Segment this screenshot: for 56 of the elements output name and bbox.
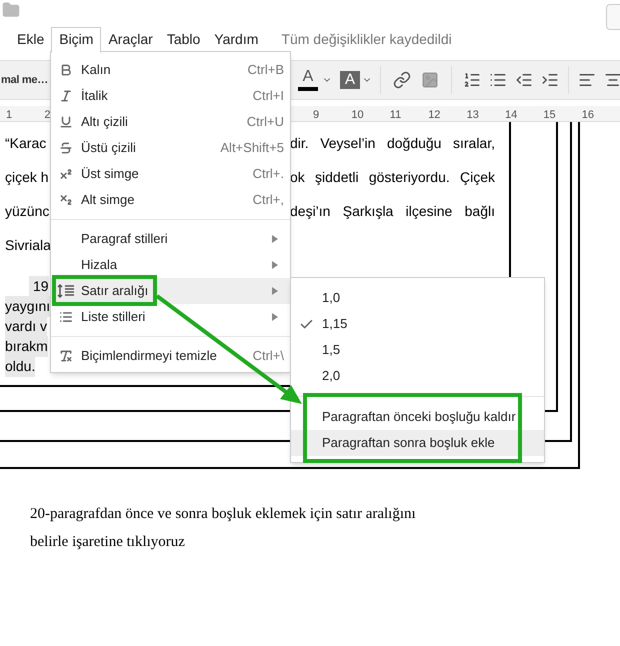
document-text: yaygını [5, 296, 50, 316]
document-text: ok şiddetli gösteriyordu. Çiçek [290, 168, 495, 187]
ruler-number: 14 [505, 108, 518, 123]
menu-item[interactable]: Satır aralığı [51, 278, 290, 304]
ruler-number: 10 [351, 108, 364, 123]
highlight-color-button[interactable]: A [340, 71, 360, 89]
ruler-number: 16 [582, 108, 594, 123]
font-color-button[interactable]: A [296, 67, 320, 93]
menu-tab[interactable]: Tablo [160, 26, 208, 52]
menu-item[interactable]: 1,15 [291, 311, 544, 337]
document-text: deşi’ın Şarkışla ilçesine bağlı [290, 202, 495, 221]
document-text: dir. Veysel’in doğduğu sıralar, [290, 134, 495, 153]
ruler-number: 9 [313, 108, 320, 123]
menu-item[interactable]: 1,5 [291, 337, 544, 363]
menu-item[interactable]: 1,0 [291, 285, 544, 311]
menu-item[interactable]: Paragraf stilleri [51, 226, 290, 252]
document-text: bırakm [5, 336, 48, 356]
document-text: 19 [29, 276, 49, 296]
caption-text: belirle işaretine tıklıyoruz [30, 533, 186, 552]
shortcut-text: Alt+Shift+5 [220, 139, 284, 158]
ruler-number: 1 [6, 108, 12, 123]
menu-item[interactable]: Liste stilleri [51, 304, 290, 330]
menu-item[interactable]: Üstü çizili Alt+Shift+5 [51, 135, 290, 161]
shortcut-text: Ctrl+B [248, 61, 284, 80]
ruler-number: 15 [543, 108, 556, 123]
menu-item[interactable]: Paragraftan önceki boşluğu kaldır [291, 404, 544, 430]
menu-item[interactable]: Biçimlendirmeyi temizle Ctrl+\ [51, 343, 290, 369]
save-status: Tüm değişiklikler kaydedildi [281, 30, 452, 49]
shortcut-text: Ctrl+U [246, 113, 284, 132]
menu-item[interactable]: Hizala [51, 252, 290, 278]
menu-item[interactable]: Alt simge Ctrl+, [51, 187, 290, 213]
document-text: yüzünc [5, 202, 50, 221]
menu-tab[interactable]: Araçlar [101, 26, 160, 52]
menu-tab[interactable]: Biçim [51, 26, 102, 52]
menu-item[interactable]: Altı çizili Ctrl+U [51, 109, 290, 135]
shortcut-text: Ctrl+\ [252, 347, 284, 366]
menu-tab[interactable]: Yardım [207, 26, 266, 52]
menu-item[interactable]: Kalın Ctrl+B [51, 57, 290, 83]
menu-item[interactable]: 2,0 [291, 363, 544, 389]
menu-item[interactable]: Paragraftan sonra boşluk ekle [291, 430, 544, 456]
menu-item[interactable]: İtalik Ctrl+I [51, 83, 290, 109]
document-text: vardı v [5, 316, 48, 336]
shortcut-text: Ctrl+I [252, 87, 284, 106]
document-text: Sivriala [5, 236, 51, 254]
document-text: “Karac [5, 134, 46, 152]
ruler-number: 13 [466, 108, 479, 123]
shortcut-text: Ctrl+. [252, 165, 284, 184]
ruler-number: 2 [44, 108, 51, 123]
ruler-number: 12 [428, 108, 440, 123]
shortcut-text: Ctrl+, [252, 191, 284, 210]
caption-text: 20-paragrafdan önce ve sonra boşluk eklemek için satır aralığını [30, 505, 417, 524]
menu-tab[interactable]: Ekle [10, 26, 52, 52]
menu-item[interactable]: Üst simge Ctrl+. [51, 161, 290, 187]
document-text: oldu. [5, 356, 36, 376]
document-text: çiçek h [5, 168, 49, 187]
ruler-number: 11 [390, 108, 402, 123]
